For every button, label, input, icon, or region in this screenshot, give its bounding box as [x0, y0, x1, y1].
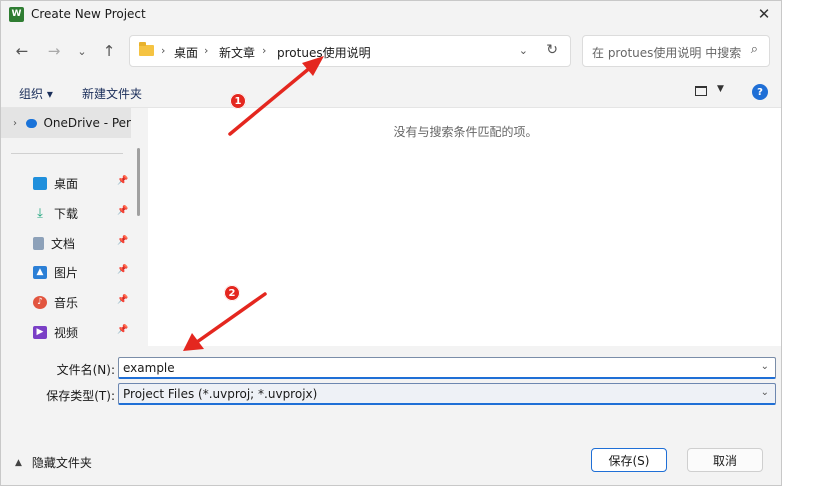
- quick-access-item[interactable]: ♪ 音乐 📌: [33, 289, 133, 315]
- save-dialog: W Create New Project ✕ ← → ⌄ ↑ › 桌面 › 新文…: [0, 0, 782, 486]
- breadcrumb-new-article[interactable]: 新文章: [219, 44, 255, 61]
- folder-icon: [139, 42, 154, 56]
- command-bar: 组织 ▾ 新建文件夹 ▼ ?: [1, 79, 781, 108]
- forward-arrow-icon: →: [47, 42, 61, 60]
- save-options-panel: 文件名(N): example ⌄ 保存类型(T): Project Files…: [1, 346, 781, 485]
- organize-menu[interactable]: 组织 ▾: [19, 85, 53, 102]
- expand-chevron-icon[interactable]: ›: [13, 118, 17, 129]
- nav-divider: [11, 153, 123, 154]
- quick-access-item[interactable]: ▲ 图片 📌: [33, 259, 133, 285]
- quick-access-label: 图片: [54, 265, 79, 280]
- search-placeholder: 在 protues使用说明 中搜索: [592, 46, 742, 60]
- pin-icon: 📌: [117, 325, 129, 335]
- search-box[interactable]: 在 protues使用说明 中搜索 ⌕: [582, 35, 770, 67]
- pin-icon: 📌: [117, 176, 129, 186]
- breadcrumb-desktop[interactable]: 桌面: [174, 44, 198, 61]
- quick-access-item[interactable]: ▶ 视频 📌: [33, 319, 133, 345]
- chevron-down-icon[interactable]: ⌄: [761, 387, 769, 398]
- quick-access-label: 下载: [54, 206, 79, 221]
- save-button[interactable]: 保存(S): [591, 448, 667, 472]
- filename-field[interactable]: example ⌄: [118, 357, 776, 379]
- document-icon: [33, 236, 44, 250]
- download-icon: ⤓: [37, 205, 43, 221]
- cloud-icon: [26, 118, 38, 128]
- nav-scrollbar[interactable]: [137, 148, 140, 216]
- up-arrow-icon: ↑: [102, 42, 116, 60]
- breadcrumb-separator: ›: [204, 44, 209, 57]
- pin-icon: 📌: [117, 236, 129, 246]
- filetype-value: Project Files (*.uvproj; *.uvprojx): [123, 387, 318, 401]
- picture-icon: ▲: [33, 265, 47, 279]
- chevron-down-icon: ⌄: [77, 44, 87, 58]
- empty-message: 没有与搜索条件匹配的项。: [393, 125, 538, 139]
- nav-item-label: OneDrive - Per: [43, 116, 131, 130]
- breadcrumb-separator: ›: [161, 44, 166, 57]
- quick-access-label: 桌面: [54, 176, 79, 191]
- refresh-icon[interactable]: ↻: [546, 42, 558, 58]
- back-button[interactable]: ←: [11, 40, 33, 62]
- filename-label: 文件名(N):: [56, 363, 115, 377]
- close-button[interactable]: ✕: [747, 1, 781, 27]
- app-icon: W: [9, 6, 24, 22]
- help-icon[interactable]: ?: [752, 84, 768, 100]
- video-icon: ▶: [33, 325, 47, 339]
- view-dropdown-icon[interactable]: ▼: [717, 84, 724, 94]
- close-icon: ✕: [757, 5, 771, 23]
- quick-access-label: 音乐: [54, 295, 79, 310]
- cancel-button[interactable]: 取消: [687, 448, 763, 472]
- navigation-row: ← → ⌄ ↑ › 桌面 › 新文章 › protues使用说明 ⌄ ↻ 在 p…: [1, 35, 781, 69]
- nav-item-onedrive[interactable]: › OneDrive - Per: [1, 108, 131, 138]
- navigation-pane: › OneDrive - Per 桌面 📌 ⤓ 下载 📌 文档 📌 ▲ 图片 📌…: [1, 108, 147, 346]
- quick-access-item[interactable]: ⤓ 下载 📌: [33, 200, 133, 226]
- chevron-up-icon: ▲: [15, 457, 22, 468]
- music-icon: ♪: [33, 295, 47, 309]
- up-button[interactable]: ↑: [98, 40, 120, 62]
- new-folder-button[interactable]: 新建文件夹: [82, 85, 142, 102]
- pin-icon: 📌: [117, 265, 129, 275]
- desktop-icon: [33, 176, 47, 190]
- quick-access-item[interactable]: 文档 📌: [33, 230, 133, 256]
- quick-access-label: 视频: [54, 325, 79, 340]
- hide-folders-toggle[interactable]: ▲ 隐藏文件夹: [15, 454, 92, 471]
- file-list[interactable]: 没有与搜索条件匹配的项。: [148, 108, 781, 346]
- annotation-badge-1: 1: [230, 93, 246, 109]
- address-bar[interactable]: › 桌面 › 新文章 › protues使用说明 ⌄ ↻: [129, 35, 571, 67]
- breadcrumb-separator: ›: [262, 44, 267, 57]
- search-icon[interactable]: ⌕: [751, 42, 758, 57]
- address-history-chevron-icon[interactable]: ⌄: [519, 44, 528, 57]
- filetype-select[interactable]: Project Files (*.uvproj; *.uvprojx) ⌄: [118, 383, 776, 405]
- view-icon[interactable]: [695, 86, 707, 96]
- pin-icon: 📌: [117, 206, 129, 216]
- breadcrumb-current-folder[interactable]: protues使用说明: [277, 44, 371, 61]
- recent-locations-button[interactable]: ⌄: [71, 40, 93, 62]
- filetype-label: 保存类型(T):: [46, 389, 115, 403]
- pin-icon: 📌: [117, 295, 129, 305]
- window-title: Create New Project: [31, 7, 146, 21]
- title-bar: W Create New Project ✕: [1, 1, 781, 27]
- forward-button[interactable]: →: [43, 40, 65, 62]
- filename-value: example: [123, 361, 175, 375]
- annotation-badge-2: 2: [224, 285, 240, 301]
- quick-access-label: 文档: [51, 236, 76, 251]
- hide-folders-label: 隐藏文件夹: [31, 456, 92, 470]
- quick-access-item[interactable]: 桌面 📌: [33, 170, 133, 196]
- back-arrow-icon: ←: [15, 42, 29, 60]
- chevron-down-icon[interactable]: ⌄: [761, 361, 769, 372]
